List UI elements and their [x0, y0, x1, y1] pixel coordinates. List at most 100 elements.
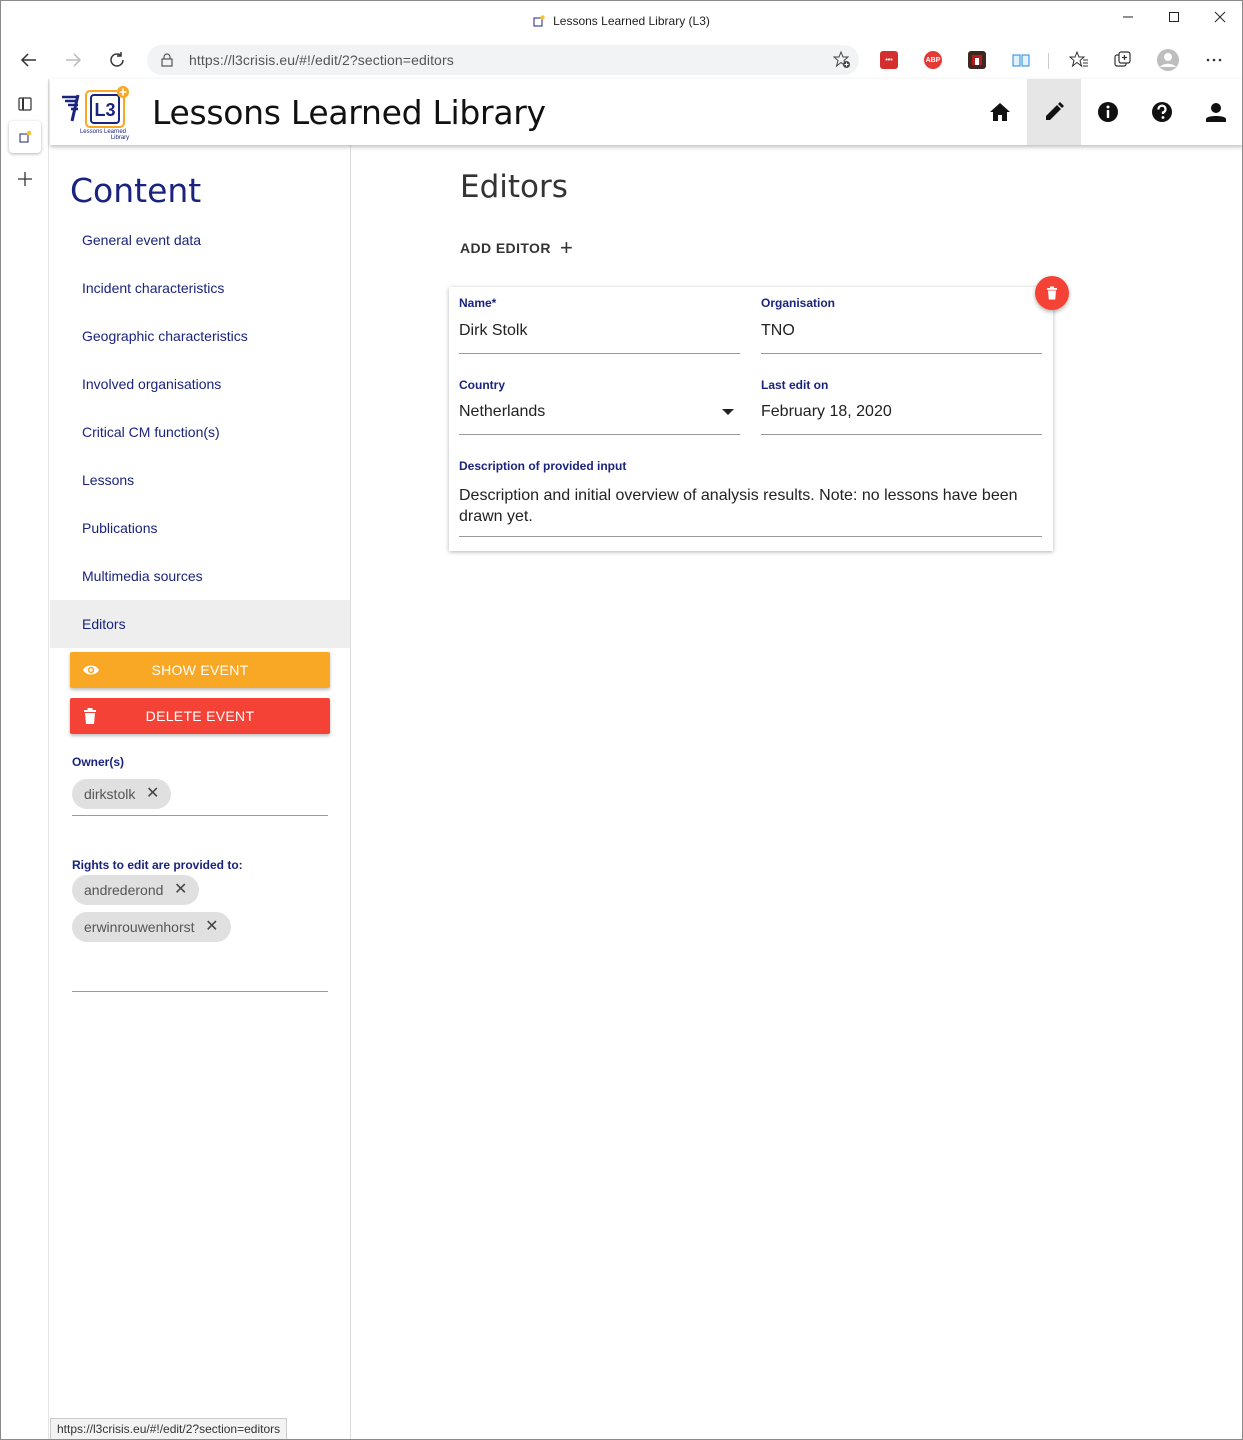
- vertical-tabs-panel: [1, 79, 49, 1439]
- reload-button[interactable]: [102, 45, 132, 75]
- extension-icon[interactable]: [968, 51, 986, 69]
- app-title: Lessons Learned Library: [152, 93, 546, 132]
- account-button[interactable]: [1189, 79, 1242, 145]
- rights-chip: andrederond ✕: [72, 875, 200, 905]
- delete-editor-button[interactable]: [1035, 276, 1069, 310]
- forward-button[interactable]: [58, 45, 88, 75]
- content-sidebar: Content General event data Incident char…: [50, 145, 351, 1439]
- country-field-underline: [459, 434, 740, 435]
- info-button[interactable]: [1081, 79, 1135, 145]
- delete-event-button[interactable]: DELETE EVENT: [70, 698, 330, 734]
- book-icon: [1012, 54, 1030, 67]
- dropdown-arrow-icon[interactable]: [722, 409, 734, 415]
- add-favorite-icon[interactable]: [833, 51, 851, 69]
- tab-actions-icon[interactable]: [18, 97, 32, 111]
- remove-owner-icon[interactable]: ✕: [146, 779, 159, 809]
- show-event-button[interactable]: SHOW EVENT: [70, 652, 330, 688]
- eye-icon: [83, 665, 99, 675]
- last-edit-field-underline: [761, 434, 1042, 435]
- back-button[interactable]: [14, 45, 44, 75]
- more-horizontal-icon: [1206, 58, 1222, 62]
- description-field[interactable]: Description and initial overview of anal…: [459, 485, 1042, 527]
- user-icon: [1206, 103, 1226, 122]
- sidebar-item-involved-organisations[interactable]: Involved organisations: [50, 360, 350, 408]
- edit-button[interactable]: [1027, 79, 1081, 145]
- remove-rights-icon[interactable]: ✕: [174, 875, 187, 905]
- country-select[interactable]: Netherlands: [459, 403, 545, 421]
- sidebar-item-editors[interactable]: Editors: [50, 600, 350, 648]
- close-window-button[interactable]: [1197, 1, 1242, 33]
- toolbar-separator: [1048, 53, 1049, 69]
- app-page: L3 Lessons Learned Library Lessons Learn…: [50, 79, 1242, 1439]
- home-icon: [990, 103, 1010, 121]
- collections-button[interactable]: [1108, 45, 1138, 75]
- remove-rights-icon[interactable]: ✕: [205, 912, 218, 942]
- trash-icon: [1047, 286, 1057, 300]
- rights-chip: erwinrouwenhorst ✕: [72, 912, 231, 942]
- sidebar-item-publications[interactable]: Publications: [50, 504, 350, 552]
- l3-logo-icon: L3 Lessons Learned Library: [62, 86, 129, 141]
- help-icon: [1152, 102, 1172, 122]
- arrow-right-icon: [66, 53, 82, 67]
- app-header: L3 Lessons Learned Library Lessons Learn…: [50, 79, 1242, 145]
- name-field[interactable]: Dirk Stolk: [459, 322, 527, 340]
- l3-logo[interactable]: L3 Lessons Learned Library: [60, 83, 132, 141]
- organisation-field[interactable]: TNO: [761, 322, 795, 340]
- profile-button[interactable]: [1153, 45, 1183, 75]
- home-button[interactable]: [973, 79, 1027, 145]
- sidebar-item-general-event-data[interactable]: General event data: [50, 216, 350, 264]
- window-title-text: Lessons Learned Library (L3): [553, 14, 710, 28]
- help-button[interactable]: [1135, 79, 1189, 145]
- maximize-icon: [1169, 12, 1179, 22]
- settings-more-button[interactable]: [1199, 45, 1229, 75]
- minimize-icon: [1123, 16, 1133, 18]
- owners-field-underline: [72, 815, 328, 816]
- sidebar-item-critical-cm-functions[interactable]: Critical CM function(s): [50, 408, 350, 456]
- rights-field-underline: [72, 991, 328, 992]
- l3-favicon-icon: [533, 15, 545, 27]
- rights-label: Rights to edit are provided to:: [72, 858, 243, 872]
- editor-card: Name* Dirk Stolk Organisation TNO Countr…: [449, 287, 1053, 551]
- collections-icon: [1114, 51, 1131, 67]
- name-label: Name*: [459, 296, 497, 310]
- svg-text:Library: Library: [111, 135, 129, 141]
- pencil-icon: [1046, 102, 1064, 120]
- adblock-plus-label: ABP: [925, 56, 941, 64]
- sidebar-item-incident-characteristics[interactable]: Incident characteristics: [50, 264, 350, 312]
- adblock-plus-icon[interactable]: ABP: [924, 51, 942, 69]
- l3-tab-favicon-icon: [19, 130, 32, 143]
- info-icon: [1098, 102, 1118, 122]
- sidebar-title: Content: [70, 171, 202, 210]
- favorites-button[interactable]: [1064, 45, 1094, 75]
- rights-chip-label: andrederond: [84, 882, 164, 898]
- favorites-icon: [1069, 51, 1088, 68]
- description-label: Description of provided input: [459, 459, 627, 473]
- sidebar-item-lessons[interactable]: Lessons: [50, 456, 350, 504]
- sidebar-item-multimedia-sources[interactable]: Multimedia sources: [50, 552, 350, 600]
- minimize-button[interactable]: [1105, 1, 1151, 33]
- password-manager-label: •••: [885, 56, 893, 64]
- maximize-button[interactable]: [1151, 1, 1197, 33]
- add-icon[interactable]: +: [560, 235, 573, 261]
- last-edit-field[interactable]: February 18, 2020: [761, 403, 892, 421]
- page-title: Editors: [460, 169, 568, 205]
- address-bar[interactable]: https://l3crisis.eu/#!/edit/2?section=ed…: [147, 45, 859, 75]
- owners-label: Owner(s): [72, 755, 125, 769]
- organisation-field-underline: [761, 353, 1042, 354]
- lock-icon: [161, 53, 173, 67]
- description-field-underline: [459, 536, 1042, 537]
- vertical-tab-l3[interactable]: [9, 121, 41, 153]
- password-manager-icon[interactable]: •••: [880, 51, 898, 69]
- sidebar-item-geographic-characteristics[interactable]: Geographic characteristics: [50, 312, 350, 360]
- show-event-label: SHOW EVENT: [151, 662, 249, 678]
- reload-icon: [110, 52, 124, 67]
- new-tab-icon[interactable]: [17, 171, 33, 187]
- reader-icon[interactable]: [1012, 51, 1030, 69]
- url-text[interactable]: https://l3crisis.eu/#!/edit/2?section=ed…: [189, 52, 454, 68]
- title-bar: Lessons Learned Library (L3): [1, 1, 1242, 41]
- delete-event-label: DELETE EVENT: [145, 708, 255, 724]
- browser-toolbar: https://l3crisis.eu/#!/edit/2?section=ed…: [1, 41, 1242, 79]
- close-icon: [1214, 11, 1226, 23]
- add-editor-button[interactable]: ADD EDITOR: [460, 240, 551, 256]
- window-title: Lessons Learned Library (L3): [1, 14, 1242, 28]
